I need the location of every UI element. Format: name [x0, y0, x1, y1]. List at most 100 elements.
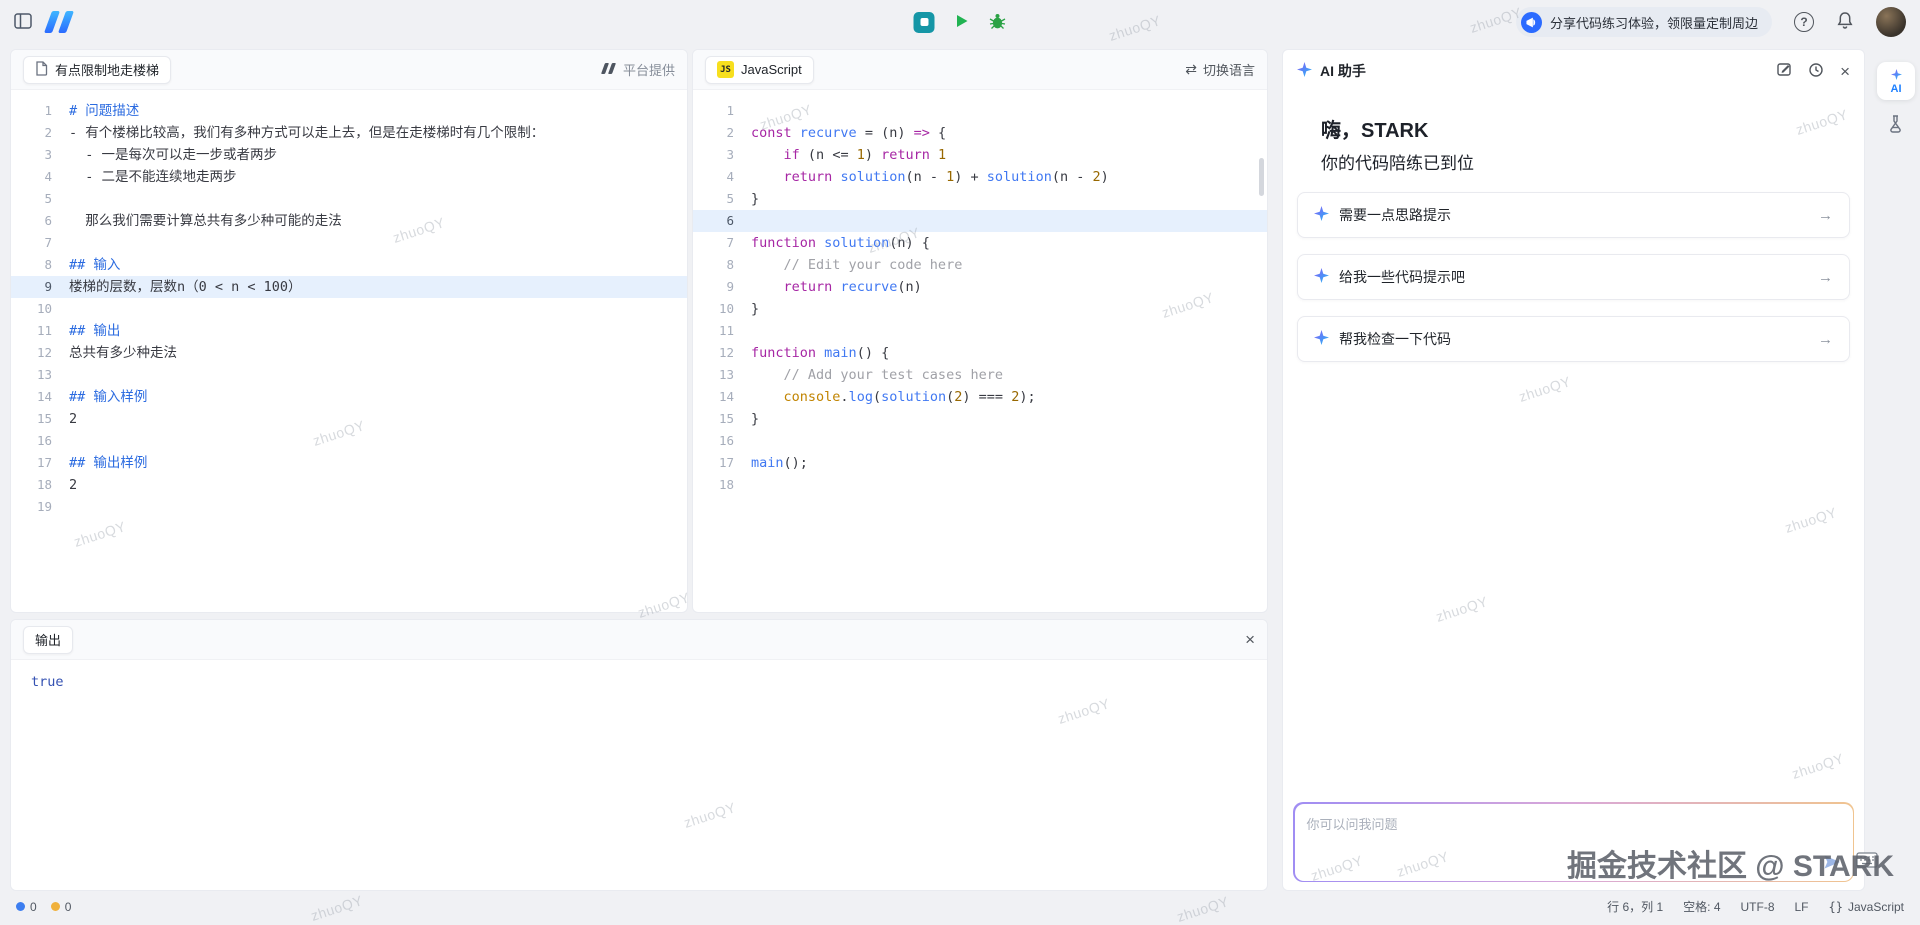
ai-close-button[interactable]: × [1840, 63, 1850, 80]
md-line[interactable]: 11## 输出 [11, 320, 687, 342]
share-banner-button[interactable]: 分享代码练习体验，领限量定制周边 [1516, 7, 1772, 37]
document-icon [35, 61, 48, 79]
output-tab[interactable]: 输出 [23, 626, 73, 654]
line-number: 4 [11, 166, 69, 188]
md-line[interactable]: 17## 输出样例 [11, 452, 687, 474]
suggestion-card-review[interactable]: 帮我检查一下代码 → [1297, 316, 1850, 362]
line-number: 18 [693, 474, 751, 496]
code-line[interactable]: 18 [693, 474, 1267, 496]
md-line[interactable]: 5 [11, 188, 687, 210]
md-line[interactable]: 10 [11, 298, 687, 320]
suggestion-label: 需要一点思路提示 [1339, 205, 1451, 225]
ai-greeting: 嗨，STARK [1321, 118, 1850, 144]
md-line[interactable]: 1# 问题描述 [11, 100, 687, 122]
ai-assistant-badge[interactable]: AI [1877, 62, 1915, 100]
md-line[interactable]: 9楼梯的层数，层数n（0 < n < 100） [11, 276, 687, 298]
suggestion-label: 给我一些代码提示吧 [1339, 267, 1465, 287]
notifications-button[interactable] [1836, 11, 1854, 33]
warning-count[interactable]: 0 [51, 900, 72, 914]
line-content: return recurve(n) [751, 276, 1267, 298]
error-count[interactable]: 0 [16, 900, 37, 914]
code-line[interactable]: 3 if (n <= 1) return 1 [693, 144, 1267, 166]
line-number: 12 [11, 342, 69, 364]
code-line[interactable]: 10} [693, 298, 1267, 320]
suggestion-card-code-hint[interactable]: 给我一些代码提示吧 → [1297, 254, 1850, 300]
bell-icon [1836, 11, 1854, 33]
keyboard-button[interactable] [1856, 852, 1878, 871]
suggestion-card-hint[interactable]: 需要一点思路提示 → [1297, 192, 1850, 238]
user-avatar[interactable] [1876, 7, 1906, 37]
line-number: 15 [693, 408, 751, 430]
square-icon-button[interactable] [914, 12, 935, 33]
line-content [69, 364, 687, 386]
arrow-right-icon: → [1818, 331, 1833, 348]
cursor-position[interactable]: 行 6，列 1 [1607, 898, 1663, 915]
code-line[interactable]: 8 // Edit your code here [693, 254, 1267, 276]
md-line[interactable]: 19 [11, 496, 687, 518]
practice-lab-button[interactable] [1886, 114, 1905, 137]
megaphone-icon [1521, 12, 1542, 33]
sidebar-toggle-button[interactable] [14, 13, 32, 32]
md-line[interactable]: 4 - 二是不能连续地走两步 [11, 166, 687, 188]
code-line[interactable]: 11 [693, 320, 1267, 342]
code-line[interactable]: 13 // Add your test cases here [693, 364, 1267, 386]
md-line[interactable]: 3 - 一是每次可以走一步或者两步 [11, 144, 687, 166]
line-number: 4 [693, 166, 751, 188]
md-line[interactable]: 13 [11, 364, 687, 386]
line-content: ## 输入样例 [69, 386, 687, 408]
code-line[interactable]: 6 [693, 210, 1267, 232]
code-line[interactable]: 17main(); [693, 452, 1267, 474]
encoding-setting[interactable]: UTF-8 [1741, 900, 1775, 914]
language-mode[interactable]: {} JavaScript [1829, 900, 1904, 914]
md-line[interactable]: 14## 输入样例 [11, 386, 687, 408]
code-line[interactable]: 15} [693, 408, 1267, 430]
problem-tab[interactable]: 有点限制地走楼梯 [23, 56, 171, 84]
md-line[interactable]: 152 [11, 408, 687, 430]
line-number: 2 [693, 122, 751, 144]
line-content [751, 474, 1267, 496]
line-number: 14 [11, 386, 69, 408]
code-line[interactable]: 14 console.log(solution(2) === 2); [693, 386, 1267, 408]
switch-language-button[interactable]: ⇄ 切换语言 [1185, 60, 1255, 79]
help-button[interactable]: ? [1794, 12, 1814, 32]
code-line[interactable]: 4 return solution(n - 1) + solution(n - … [693, 166, 1267, 188]
line-content: // Add your test cases here [751, 364, 1267, 386]
line-content: return solution(n - 1) + solution(n - 2) [751, 166, 1267, 188]
line-content: ## 输入 [69, 254, 687, 276]
code-line[interactable]: 1 [693, 100, 1267, 122]
code-line[interactable]: 2const recurve = (n) => { [693, 122, 1267, 144]
sparkle-icon [1891, 68, 1902, 83]
history-button[interactable] [1808, 62, 1824, 81]
run-button[interactable] [953, 12, 971, 33]
ai-input[interactable] [1295, 804, 1853, 881]
md-line[interactable]: 12总共有多少种走法 [11, 342, 687, 364]
send-button[interactable] [1823, 854, 1841, 873]
code-line[interactable]: 7function solution(n) { [693, 232, 1267, 254]
line-content: # 问题描述 [69, 100, 687, 122]
code-line[interactable]: 12function main() { [693, 342, 1267, 364]
code-line[interactable]: 16 [693, 430, 1267, 452]
md-line[interactable]: 8## 输入 [11, 254, 687, 276]
editor-scrollbar[interactable] [1259, 158, 1264, 196]
indentation-setting[interactable]: 空格: 4 [1683, 898, 1720, 915]
eol-setting[interactable]: LF [1795, 900, 1809, 914]
code-editor[interactable]: 12const recurve = (n) => {3 if (n <= 1) … [693, 90, 1267, 496]
md-line[interactable]: 2- 有个楼梯比较高，我们有多种方式可以走上去，但是在走楼梯时有几个限制： [11, 122, 687, 144]
output-panel: 输出 × true [10, 619, 1268, 891]
new-chat-button[interactable] [1777, 62, 1792, 80]
code-line[interactable]: 9 return recurve(n) [693, 276, 1267, 298]
md-line[interactable]: 6 那么我们需要计算总共有多少种可能的走法 [11, 210, 687, 232]
language-tab[interactable]: JS JavaScript [705, 56, 814, 84]
line-number: 14 [693, 386, 751, 408]
new-chat-icon [1777, 62, 1792, 80]
output-close-button[interactable]: × [1245, 631, 1255, 648]
md-line[interactable]: 7 [11, 232, 687, 254]
swap-arrows-icon: ⇄ [1185, 61, 1197, 78]
md-line[interactable]: 182 [11, 474, 687, 496]
line-content: if (n <= 1) return 1 [751, 144, 1267, 166]
md-line[interactable]: 16 [11, 430, 687, 452]
code-line[interactable]: 5} [693, 188, 1267, 210]
debug-button[interactable] [989, 12, 1007, 33]
line-number: 9 [693, 276, 751, 298]
markdown-editor[interactable]: 1# 问题描述2- 有个楼梯比较高，我们有多种方式可以走上去，但是在走楼梯时有几… [11, 90, 687, 518]
